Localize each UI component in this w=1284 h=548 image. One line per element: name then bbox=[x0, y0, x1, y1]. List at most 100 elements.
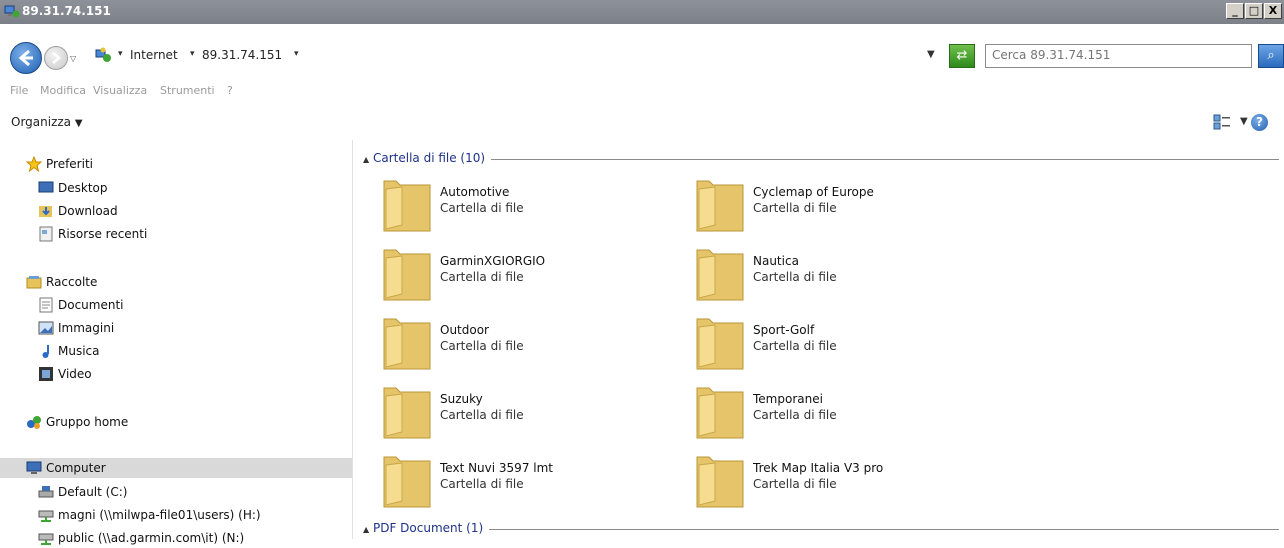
hard-drive-icon bbox=[38, 486, 54, 498]
nav-label: Desktop bbox=[58, 181, 108, 195]
folder-icon bbox=[383, 180, 431, 232]
nav-pictures[interactable]: Immagini bbox=[38, 318, 114, 338]
nav-drive-c[interactable]: Default (C:) bbox=[38, 482, 127, 502]
menu-file[interactable]: File bbox=[10, 84, 28, 97]
menu-visualizza[interactable]: Visualizza bbox=[93, 84, 147, 97]
nav-computer[interactable]: Computer bbox=[0, 458, 352, 478]
folder-type: Cartella di file bbox=[440, 408, 524, 422]
group-header-pdf[interactable]: ▲ PDF Document (1) bbox=[363, 521, 1279, 537]
address-bar: ▽ ▾ Internet ▾ 89.31.74.151 ▾ ▼ ⇄ ⌕ bbox=[0, 34, 1284, 78]
download-folder-icon bbox=[39, 206, 52, 217]
network-computer-icon bbox=[4, 5, 20, 18]
search-button[interactable]: ⌕ bbox=[1258, 44, 1284, 68]
navigation-pane: Preferiti Desktop Download Risorse recen… bbox=[0, 140, 353, 545]
recent-pages-dropdown-icon[interactable]: ▽ bbox=[70, 54, 76, 63]
nav-label: Risorse recenti bbox=[58, 227, 148, 241]
menu-help[interactable]: ? bbox=[227, 84, 233, 97]
folder-type: Cartella di file bbox=[753, 477, 837, 491]
maximize-button[interactable]: □ bbox=[1245, 3, 1263, 19]
breadcrumb-chevron-icon[interactable]: ▾ bbox=[294, 49, 299, 59]
breadcrumb-chevron-icon[interactable]: ▾ bbox=[190, 49, 195, 59]
folder-item[interactable]: Temporanei Cartella di file bbox=[693, 382, 993, 442]
breadcrumb-internet[interactable]: Internet bbox=[130, 48, 178, 62]
folder-name: GarminXGIORGIO bbox=[440, 254, 546, 268]
folder-item[interactable]: Suzuky Cartella di file bbox=[380, 382, 680, 442]
minimize-button[interactable]: _ bbox=[1226, 3, 1244, 19]
search-input[interactable] bbox=[986, 45, 1248, 65]
folder-item[interactable]: Nautica Cartella di file bbox=[693, 244, 993, 304]
folder-name: Suzuky bbox=[440, 392, 483, 406]
nav-label: public (\\ad.garmin.com\it) (N:) bbox=[58, 531, 245, 545]
nav-label: Immagini bbox=[58, 321, 115, 335]
nav-label: Computer bbox=[46, 461, 106, 475]
title-bar: 89.31.74.151 _ □ X bbox=[0, 0, 1284, 24]
nav-label: magni (\\milwpa-file01\users) (H:) bbox=[58, 508, 261, 522]
folder-item[interactable]: Trek Map Italia V3 pro Cartella di file bbox=[693, 451, 993, 511]
folder-type: Cartella di file bbox=[440, 339, 524, 353]
folder-name: Automotive bbox=[440, 185, 510, 199]
view-dropdown-icon[interactable]: ▼ bbox=[1240, 116, 1248, 127]
nav-drive-h[interactable]: magni (\\milwpa-file01\users) (H:) bbox=[38, 505, 261, 525]
group-title: Cartella di file (10) bbox=[372, 151, 486, 165]
folder-item[interactable]: Cyclemap of Europe Cartella di file bbox=[693, 175, 993, 235]
folder-name: Temporanei bbox=[753, 392, 823, 406]
nav-label: Download bbox=[58, 204, 118, 218]
forward-button[interactable] bbox=[44, 46, 68, 70]
libraries-icon bbox=[26, 276, 42, 289]
folder-name: Outdoor bbox=[440, 323, 489, 337]
video-icon bbox=[39, 367, 53, 381]
nav-libraries[interactable]: Raccolte bbox=[26, 272, 97, 292]
folder-type: Cartella di file bbox=[753, 270, 837, 284]
network-icon bbox=[95, 47, 111, 62]
menu-modifica[interactable]: Modifica bbox=[40, 84, 86, 97]
search-icon: ⌕ bbox=[1267, 48, 1275, 63]
refresh-button[interactable]: ⇄ bbox=[949, 44, 975, 68]
nav-download[interactable]: Download bbox=[38, 201, 118, 221]
group-header-folders[interactable]: ▲ Cartella di file (10) bbox=[363, 151, 1279, 167]
organize-button[interactable]: Organizza ▼ bbox=[11, 115, 83, 129]
nav-label: Default (C:) bbox=[58, 485, 128, 499]
folder-item[interactable]: Sport-Golf Cartella di file bbox=[693, 313, 993, 373]
network-drive-icon bbox=[38, 510, 54, 522]
forward-arrow-icon bbox=[52, 52, 61, 64]
nav-label: Musica bbox=[58, 344, 100, 358]
nav-video[interactable]: Video bbox=[38, 364, 92, 384]
folder-item[interactable]: Outdoor Cartella di file bbox=[380, 313, 680, 373]
folder-name: Sport-Golf bbox=[753, 323, 815, 337]
nav-homegroup[interactable]: Gruppo home bbox=[26, 412, 128, 432]
menu-strumenti[interactable]: Strumenti bbox=[160, 84, 215, 97]
nav-label: Raccolte bbox=[46, 275, 98, 289]
folder-item[interactable]: GarminXGIORGIO Cartella di file bbox=[380, 244, 680, 304]
address-field[interactable]: ▾ Internet ▾ 89.31.74.151 ▾ bbox=[90, 44, 970, 68]
folder-item[interactable]: Automotive Cartella di file bbox=[380, 175, 680, 235]
nav-drive-n[interactable]: public (\\ad.garmin.com\it) (N:) bbox=[38, 528, 244, 548]
documents-icon bbox=[39, 297, 53, 313]
folder-type: Cartella di file bbox=[753, 339, 837, 353]
refresh-icon: ⇄ bbox=[956, 48, 968, 63]
back-arrow-icon bbox=[18, 49, 33, 67]
change-view-icon[interactable] bbox=[1213, 114, 1231, 130]
folder-icon bbox=[696, 249, 744, 301]
nav-music[interactable]: Musica bbox=[38, 341, 100, 361]
nav-label: Gruppo home bbox=[46, 415, 129, 429]
folder-type: Cartella di file bbox=[440, 477, 524, 491]
close-button[interactable]: X bbox=[1264, 3, 1282, 19]
search-box[interactable] bbox=[985, 44, 1252, 68]
breadcrumb-chevron-icon[interactable]: ▾ bbox=[118, 49, 123, 59]
help-icon[interactable]: ? bbox=[1251, 114, 1268, 131]
collapse-icon: ▲ bbox=[363, 525, 370, 534]
nav-favorites[interactable]: Preferiti bbox=[26, 154, 93, 174]
breadcrumb-ip[interactable]: 89.31.74.151 bbox=[202, 48, 282, 62]
folder-item[interactable]: Text Nuvi 3597 lmt Cartella di file bbox=[380, 451, 680, 511]
folder-name: Trek Map Italia V3 pro bbox=[753, 461, 884, 475]
folder-name: Nautica bbox=[753, 254, 799, 268]
menu-bar: File Modifica Visualizza Strumenti ? bbox=[0, 80, 1284, 102]
address-dropdown-icon[interactable]: ▼ bbox=[927, 49, 935, 60]
back-button[interactable] bbox=[10, 42, 42, 74]
network-drive-icon bbox=[38, 533, 54, 545]
homegroup-icon bbox=[27, 416, 41, 429]
pictures-icon bbox=[38, 321, 54, 335]
nav-desktop[interactable]: Desktop bbox=[38, 178, 108, 198]
nav-recent-places[interactable]: Risorse recenti bbox=[38, 224, 147, 244]
nav-documents[interactable]: Documenti bbox=[38, 295, 124, 315]
